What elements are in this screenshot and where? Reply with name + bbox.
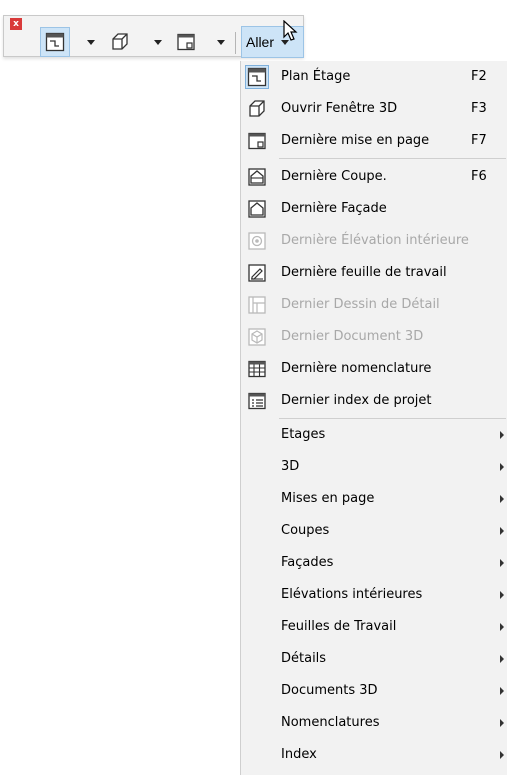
project-index-icon — [248, 392, 266, 410]
menu-item-label: Plan Étage — [281, 69, 351, 84]
submenu-label: Façades — [281, 555, 334, 570]
menu-item-shortcut: F6 — [471, 169, 487, 184]
submenu-index[interactable]: Index — [241, 739, 507, 771]
menu-item-section[interactable]: Dernière Coupe. F6 — [241, 161, 507, 193]
submenu-label: Feuilles de Travail — [281, 619, 397, 634]
menu-item-floor-plan[interactable]: Plan Étage F2 — [241, 61, 507, 93]
chevron-down-icon — [217, 39, 225, 45]
menu-item-label: Dernier index de projet — [281, 393, 432, 408]
menu-item-label: Dernière Façade — [281, 201, 387, 216]
menu-item-label: Dernière mise en page — [281, 133, 430, 148]
3d-dropdown[interactable] — [150, 28, 166, 56]
submenu-label: Coupes — [281, 523, 330, 538]
section-icon — [248, 168, 266, 186]
menu-item-label: Dernière Coupe. — [281, 169, 387, 184]
submenu-label: Détails — [281, 651, 327, 666]
aller-label: Aller — [246, 34, 275, 50]
menu-item-3d-window[interactable]: Ouvrir Fenêtre 3D F3 — [241, 93, 507, 125]
submenu-label: 3D — [281, 459, 300, 474]
floor-plan-tool-group — [40, 27, 70, 57]
mouse-pointer-icon — [283, 20, 298, 41]
layout-button[interactable] — [172, 28, 200, 56]
floor-plan-icon — [45, 32, 65, 52]
chevron-right-icon — [500, 591, 504, 599]
submenu-label: Mises en page — [281, 491, 375, 506]
menu-item-label: Dernier Document 3D — [281, 329, 424, 344]
chevron-right-icon — [500, 623, 504, 631]
menu-item-worksheet[interactable]: Dernière feuille de travail — [241, 257, 507, 289]
chevron-right-icon — [500, 655, 504, 663]
menu-item-elevation[interactable]: Dernière Façade — [241, 193, 507, 225]
chevron-right-icon — [500, 431, 504, 439]
schedule-icon — [248, 360, 266, 378]
submenu-label: Etages — [281, 427, 326, 442]
floor-plan-button[interactable] — [41, 28, 69, 56]
layout-icon — [248, 132, 266, 150]
submenu-mises-en-page[interactable]: Mises en page — [241, 483, 507, 515]
submenu-label: Nomenclatures — [281, 715, 380, 730]
floor-plan-icon — [247, 67, 267, 87]
menu-separator — [279, 158, 506, 159]
submenu-label: Documents 3D — [281, 683, 378, 698]
3d-cube-icon — [112, 33, 128, 50]
layout-icon — [177, 33, 195, 51]
floor-plan-dropdown[interactable] — [83, 28, 99, 56]
submenu-details[interactable]: Détails — [241, 643, 507, 675]
menu-item-shortcut: F3 — [471, 101, 487, 116]
menu-item-schedule[interactable]: Dernière nomenclature — [241, 353, 507, 385]
menu-item-label: Ouvrir Fenêtre 3D — [281, 101, 398, 116]
chevron-right-icon — [500, 527, 504, 535]
menu-item-label: Dernière feuille de travail — [281, 265, 447, 280]
chevron-right-icon — [500, 719, 504, 727]
layout-dropdown[interactable] — [213, 28, 229, 56]
menu-item-label: Dernier Dessin de Détail — [281, 297, 440, 312]
3d-tool-group — [106, 27, 134, 57]
3d-window-button[interactable] — [106, 28, 134, 56]
layout-tool-group — [172, 27, 200, 57]
menu-item-label: Dernière nomenclature — [281, 361, 432, 376]
chevron-down-icon — [87, 39, 95, 45]
submenu-feuilles-de-travail[interactable]: Feuilles de Travail — [241, 611, 507, 643]
submenu-facades[interactable]: Façades — [241, 547, 507, 579]
chevron-right-icon — [500, 687, 504, 695]
menu-item-detail-drawing: Dernier Dessin de Détail — [241, 289, 507, 321]
submenu-label: Index — [281, 747, 317, 762]
chevron-right-icon — [500, 463, 504, 471]
chevron-right-icon — [500, 495, 504, 503]
navigation-toolbar: x Aller — [3, 15, 304, 58]
submenu-documents-3d[interactable]: Documents 3D — [241, 675, 507, 707]
menu-item-interior-elevation: Dernière Élévation intérieure — [241, 225, 507, 257]
submenu-etages[interactable]: Etages — [241, 419, 507, 451]
submenu-elevations-interieures[interactable]: Elévations intérieures — [241, 579, 507, 611]
detail-drawing-icon — [248, 296, 266, 314]
submenu-coupes[interactable]: Coupes — [241, 515, 507, 547]
menu-item-label: Dernière Élévation intérieure — [281, 233, 469, 248]
submenu-3d[interactable]: 3D — [241, 451, 507, 483]
menu-item-layout[interactable]: Dernière mise en page F7 — [241, 125, 507, 157]
toolbar-divider — [235, 32, 236, 54]
menu-item-shortcut: F7 — [471, 133, 487, 148]
3d-document-icon — [248, 328, 266, 346]
submenu-nomenclatures[interactable]: Nomenclatures — [241, 707, 507, 739]
elevation-icon — [248, 200, 266, 218]
worksheet-icon — [248, 264, 266, 282]
interior-elevation-icon — [248, 232, 266, 250]
3d-window-icon — [249, 100, 265, 117]
menu-item-project-index[interactable]: Dernier index de projet — [241, 385, 507, 417]
aller-menu: Plan Étage F2 Ouvrir Fenêtre 3D F3 Dernière … — [240, 61, 507, 775]
chevron-down-icon — [154, 39, 162, 45]
menu-item-3d-document: Dernier Document 3D — [241, 321, 507, 353]
chevron-right-icon — [500, 559, 504, 567]
chevron-right-icon — [500, 751, 504, 759]
menu-item-shortcut: F2 — [471, 69, 487, 84]
submenu-label: Elévations intérieures — [281, 587, 423, 602]
close-button[interactable]: x — [10, 18, 22, 30]
